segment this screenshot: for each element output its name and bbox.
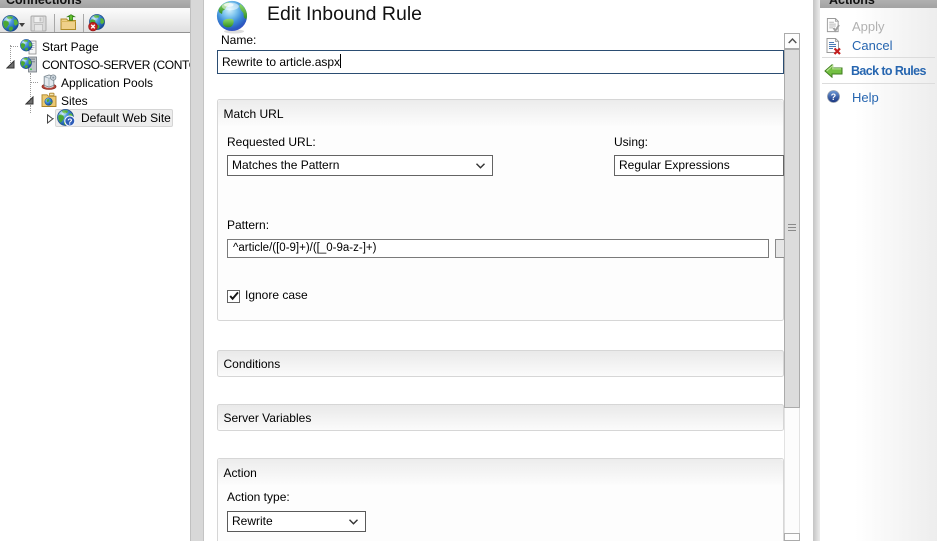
svg-text:?: ?: [830, 92, 835, 102]
svg-text:?: ?: [67, 117, 72, 127]
